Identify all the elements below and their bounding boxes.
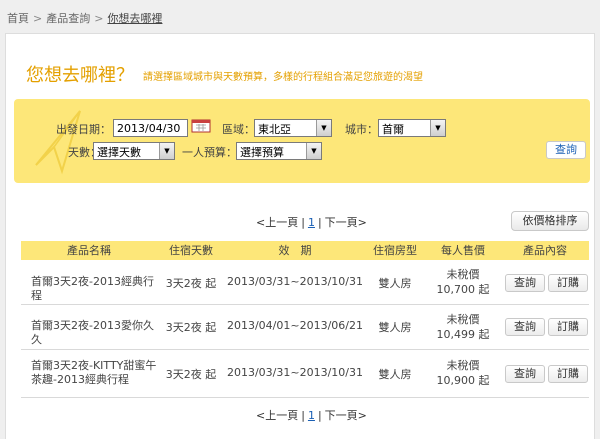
city-select-value: 首爾 (382, 123, 404, 136)
table-header: 產品名稱 住宿天數 效 期 住宿房型 每人售價 產品內容 (21, 241, 589, 260)
query-button[interactable]: 查詢 (505, 274, 545, 292)
column-header-price: 每人售價 (441, 244, 485, 257)
days-select[interactable]: 選擇天數 ▼ (93, 142, 175, 160)
room-type: 雙人房 (378, 277, 412, 290)
breadcrumb-current: 你想去哪裡 (107, 12, 163, 25)
sort-by-price-button[interactable]: 依價格排序 (511, 211, 589, 231)
table-row: 首爾3天2夜-KITTY甜蜜午茶趣-2013經典行程 3天2夜 起 2013/0… (21, 350, 589, 398)
calendar-icon[interactable] (191, 119, 211, 133)
chevron-down-icon: ▼ (316, 120, 331, 136)
page-subtitle: 請選擇區域城市與天數預算，多樣的行程組合滿足您旅遊的渴望 (143, 72, 423, 83)
budget-select-value: 選擇預算 (240, 146, 284, 159)
order-button[interactable]: 訂購 (548, 274, 588, 292)
budget-select[interactable]: 選擇預算 ▼ (236, 142, 322, 160)
room-type: 雙人房 (378, 321, 412, 334)
region-label: 區域： (222, 123, 255, 136)
chevron-down-icon: ▼ (430, 120, 445, 136)
valid-period: 2013/04/01~2013/06/21 (226, 319, 364, 332)
pager-page-link[interactable]: 1 (308, 409, 315, 422)
pager-prev-link[interactable]: <上一頁 (256, 409, 298, 422)
price-cell: 未稅價 10,499 起 (425, 312, 501, 342)
chevron-down-icon: ▼ (306, 143, 321, 159)
depart-date-label: 出發日期： (56, 123, 111, 136)
search-panel: 出發日期： 區域： 東北亞 ▼ 城市： 首爾 ▼ 天數： 選擇天數 ▼ 一人預算… (14, 99, 590, 183)
order-button[interactable]: 訂購 (548, 318, 588, 336)
order-button[interactable]: 訂購 (548, 365, 588, 383)
search-button[interactable]: 查詢 (546, 141, 586, 159)
pager-prev-link[interactable]: <上一頁 (256, 216, 298, 229)
column-header-period: 效 期 (278, 244, 312, 257)
pager-top: <上一頁 | 1 | 下一頁> (256, 214, 367, 230)
table-row: 首爾3天2夜-2013經典行程 3天2夜 起 2013/03/31~2013/1… (21, 260, 589, 305)
valid-period: 2013/03/31~2013/10/31 (226, 275, 364, 288)
price-label: 未稅價 (446, 313, 480, 326)
breadcrumb-separator: > (94, 12, 104, 25)
pager-bottom: <上一頁 | 1 | 下一頁> (256, 407, 367, 423)
pager-page-link[interactable]: 1 (308, 216, 315, 229)
column-header-content: 產品內容 (523, 244, 567, 257)
breadcrumb-home[interactable]: 首頁 (7, 12, 29, 25)
pager-divider: | (317, 409, 322, 422)
price-cell: 未稅價 10,700 起 (425, 267, 501, 297)
product-name[interactable]: 首爾3天2夜-2013經典行程 (31, 275, 157, 303)
column-header-name: 產品名稱 (67, 244, 111, 257)
column-header-stay: 住宿天數 (169, 244, 213, 257)
breadcrumb: 首頁 > 產品查詢 > 你想去哪裡 (7, 10, 162, 26)
valid-period: 2013/03/31~2013/10/31 (226, 366, 364, 379)
stay-nights: 3天2夜 起 (165, 368, 217, 381)
column-header-room: 住宿房型 (373, 244, 417, 257)
price-value: 10,900 起 (436, 374, 490, 387)
pager-divider: | (317, 216, 322, 229)
pager-next-link[interactable]: 下一頁> (325, 216, 367, 229)
days-select-value: 選擇天數 (97, 146, 141, 159)
price-value: 10,700 起 (436, 283, 490, 296)
breadcrumb-products[interactable]: 產品查詢 (46, 12, 90, 25)
room-type: 雙人房 (378, 368, 412, 381)
depart-date-input[interactable] (113, 119, 188, 137)
stay-nights: 3天2夜 起 (165, 321, 217, 334)
product-table: 產品名稱 住宿天數 效 期 住宿房型 每人售價 產品內容 首爾3天2夜-2013… (21, 241, 589, 398)
price-label: 未稅價 (446, 268, 480, 281)
query-button[interactable]: 查詢 (505, 365, 545, 383)
chevron-down-icon: ▼ (159, 143, 174, 159)
pager-divider: | (301, 216, 305, 229)
product-name[interactable]: 首爾3天2夜-2013愛你久久 (31, 319, 157, 347)
price-value: 10,499 起 (436, 328, 490, 341)
budget-label: 一人預算： (182, 146, 237, 159)
region-select-value: 東北亞 (258, 123, 291, 136)
product-name[interactable]: 首爾3天2夜-KITTY甜蜜午茶趣-2013經典行程 (31, 359, 157, 387)
city-label: 城市： (345, 123, 378, 136)
paper-plane-icon (35, 110, 81, 175)
page-title: 您想去哪裡？ (26, 65, 134, 86)
pager-divider: | (301, 409, 305, 422)
price-label: 未稅價 (446, 359, 480, 372)
breadcrumb-separator: > (33, 12, 43, 25)
main-panel: 您想去哪裡？ 請選擇區域城市與天數預算，多樣的行程組合滿足您旅遊的渴望 出發日期… (5, 33, 595, 439)
region-select[interactable]: 東北亞 ▼ (254, 119, 332, 137)
table-row: 首爾3天2夜-2013愛你久久 3天2夜 起 2013/04/01~2013/0… (21, 305, 589, 350)
query-button[interactable]: 查詢 (505, 318, 545, 336)
pager-next-link[interactable]: 下一頁> (325, 409, 367, 422)
city-select[interactable]: 首爾 ▼ (378, 119, 446, 137)
stay-nights: 3天2夜 起 (165, 277, 217, 290)
price-cell: 未稅價 10,900 起 (425, 358, 501, 388)
